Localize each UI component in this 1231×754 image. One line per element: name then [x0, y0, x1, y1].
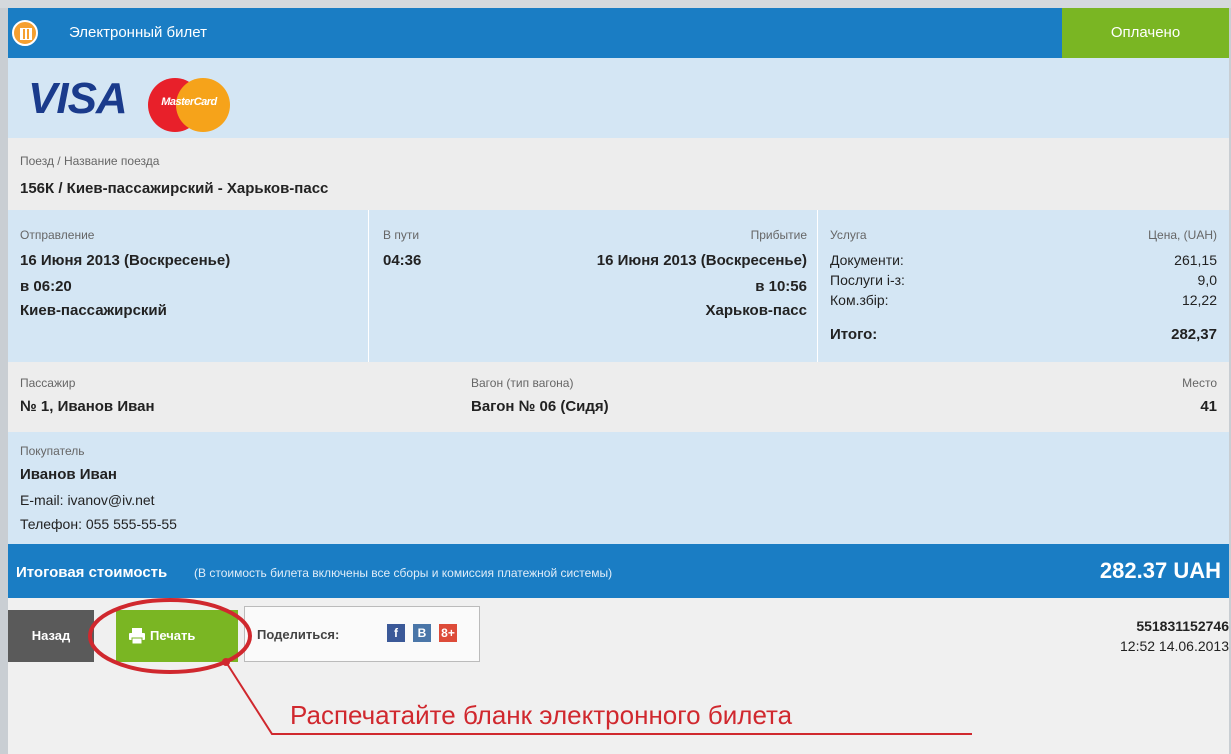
arrival-time: в 10:56: [755, 278, 807, 295]
arrival-station: Харьков-пасс: [705, 302, 807, 319]
train-value: 156К / Киев-пассажирский - Харьков-пасс: [20, 180, 329, 197]
price-item-value: 12,22: [1181, 292, 1217, 308]
qr-code-icon: [12, 20, 38, 46]
departure-date: 16 Июня 2013 (Воскресенье): [20, 252, 231, 269]
print-button-label: Печать: [150, 628, 196, 643]
order-number: 551831152746: [1136, 618, 1229, 634]
google-plus-share-icon[interactable]: 8+: [439, 624, 457, 642]
service-label: Услуга: [830, 228, 867, 242]
e-ticket: Электронный билет Оплачено VISA MasterCa…: [8, 8, 1229, 754]
price-label: Цена, (UAH): [1148, 228, 1217, 242]
back-button[interactable]: Назад: [8, 610, 94, 662]
journey-row: Отправление 16 Июня 2013 (Воскресенье) в…: [8, 210, 1229, 362]
duration-value: 04:36: [383, 252, 422, 269]
total-value: 282,37: [1171, 326, 1217, 343]
buyer-phone: Телефон: 055 555-55-55: [20, 516, 177, 532]
buyer-label: Покупатель: [20, 444, 85, 458]
order-datetime: 12:52 14.06.2013: [1120, 638, 1229, 654]
share-panel: Поделиться: f B 8+: [244, 606, 480, 662]
ticket-title: Электронный билет: [69, 24, 207, 41]
total-cost-bar: Итоговая стоимость (В стоимость билета в…: [8, 544, 1229, 598]
price-item-value: 261,15: [1174, 252, 1217, 268]
buyer-row: Покупатель Иванов Иван E-mail: ivanov@iv…: [8, 432, 1229, 544]
total-label: Итого:: [830, 326, 878, 343]
seat-label: Место: [1182, 376, 1217, 390]
price-item-name: Документи:: [830, 252, 904, 268]
departure-station: Киев-пассажирский: [20, 302, 167, 319]
arrival-label: Прибытие: [750, 228, 807, 242]
train-label: Поезд / Название поезда: [20, 154, 160, 168]
arrival-date: 16 Июня 2013 (Воскресенье): [596, 252, 807, 269]
passenger-label: Пассажир: [20, 376, 76, 390]
paid-status-badge: Оплачено: [1062, 8, 1229, 58]
total-cost-sum: 282.37 UAH: [1099, 558, 1221, 583]
share-label: Поделиться:: [257, 627, 340, 642]
seat-value: 41: [1200, 398, 1217, 415]
ticket-header: Электронный билет Оплачено: [8, 8, 1229, 58]
price-item-name: Ком.збір:: [830, 292, 889, 308]
duration-label: В пути: [383, 228, 420, 242]
print-callout-text: Распечатайте бланк электронного билета: [290, 700, 793, 730]
buyer-name: Иванов Иван: [20, 466, 117, 483]
car-value: Вагон № 06 (Сидя): [471, 398, 609, 415]
visa-logo: VISA: [28, 74, 128, 123]
payment-logos: VISA MasterCard: [8, 58, 1229, 138]
price-item-name: Послуги і-з:: [830, 272, 905, 288]
print-button[interactable]: Печать: [116, 610, 238, 662]
car-label: Вагон (тип вагона): [471, 376, 574, 390]
price-item-value: 9,0: [1197, 272, 1217, 288]
total-cost-note: (В стоимость билета включены все сборы и…: [194, 566, 613, 580]
mastercard-logo: MasterCard: [148, 78, 230, 132]
facebook-share-icon[interactable]: f: [387, 624, 405, 642]
vk-share-icon[interactable]: B: [413, 624, 431, 642]
departure-time: в 06:20: [20, 278, 72, 295]
passenger-row: Пассажир № 1, Иванов Иван Вагон (тип ваг…: [8, 362, 1229, 432]
total-cost-label: Итоговая стоимость: [16, 564, 168, 581]
buyer-email: E-mail: ivanov@iv.net: [20, 492, 155, 508]
train-row: Поезд / Название поезда 156К / Киев-пасс…: [8, 138, 1229, 210]
printer-icon: [129, 628, 145, 645]
passenger-value: № 1, Иванов Иван: [20, 398, 155, 415]
departure-label: Отправление: [20, 228, 95, 242]
page-shadow: [0, 0, 1231, 8]
